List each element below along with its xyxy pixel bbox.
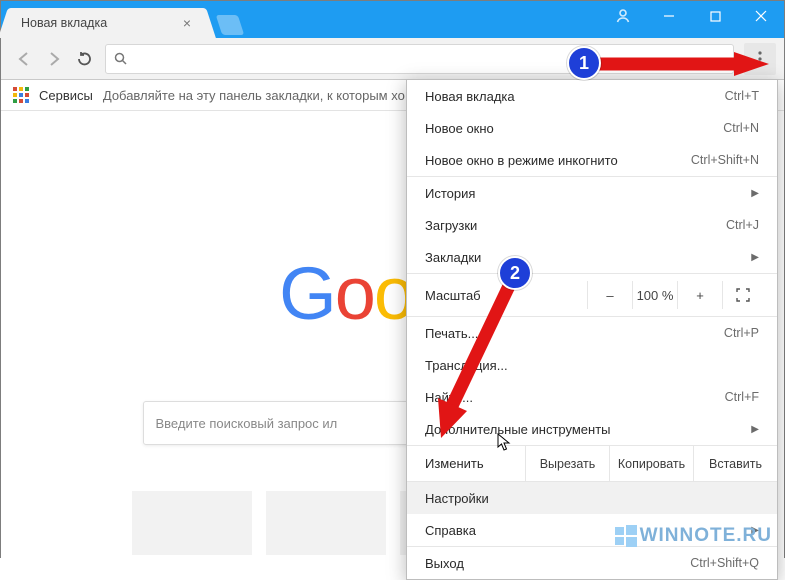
back-button[interactable] (9, 44, 39, 74)
reload-button[interactable] (69, 44, 99, 74)
window-titlebar: Новая вкладка × (1, 1, 784, 38)
chrome-menu: Новая вкладкаCtrl+T Новое окноCtrl+N Нов… (406, 79, 778, 580)
apps-icon[interactable] (13, 87, 29, 103)
zoom-value: 100 % (632, 281, 677, 309)
menu-bookmarks[interactable]: Закладки▶ (407, 241, 777, 273)
mv-tile[interactable] (266, 491, 386, 555)
address-bar[interactable] (105, 44, 734, 74)
new-tab-button[interactable] (216, 15, 244, 35)
menu-paste[interactable]: Вставить (693, 446, 777, 481)
menu-cut[interactable]: Вырезать (525, 446, 609, 481)
mv-tile[interactable] (132, 491, 252, 555)
search-icon (114, 52, 127, 65)
window-minimize-button[interactable] (646, 1, 692, 31)
zoom-out-button[interactable]: – (587, 281, 632, 309)
menu-cast[interactable]: Трансляция... (407, 349, 777, 381)
menu-new-incognito[interactable]: Новое окно в режиме инкогнитоCtrl+Shift+… (407, 144, 777, 176)
fullscreen-button[interactable] (722, 281, 763, 309)
bookmarks-services-label[interactable]: Сервисы (39, 88, 93, 103)
window-close-button[interactable] (738, 1, 784, 31)
bookmarks-empty-hint: Добавляйте на эту панель закладки, к кот… (103, 88, 405, 103)
close-tab-icon[interactable]: × (183, 16, 191, 30)
watermark: WINNOTE.RU (615, 525, 772, 547)
chrome-menu-button[interactable] (744, 43, 776, 75)
menu-history[interactable]: История▶ (407, 177, 777, 209)
forward-button[interactable] (39, 44, 69, 74)
menu-settings[interactable]: Настройки (407, 482, 777, 514)
menu-new-window[interactable]: Новое окноCtrl+N (407, 112, 777, 144)
window-maximize-button[interactable] (692, 1, 738, 31)
menu-more-tools[interactable]: Дополнительные инструменты▶ (407, 413, 777, 445)
menu-copy[interactable]: Копировать (609, 446, 693, 481)
profile-icon[interactable] (600, 1, 646, 31)
watermark-text: WINNOTE.RU (640, 525, 772, 547)
search-placeholder: Введите поисковый запрос ил (156, 416, 338, 431)
menu-zoom: Масштаб – 100 % + (407, 274, 777, 316)
fullscreen-icon (736, 288, 750, 302)
menu-exit[interactable]: ВыходCtrl+Shift+Q (407, 547, 777, 579)
chevron-right-icon: ▶ (751, 252, 759, 263)
tab-title: Новая вкладка (21, 16, 183, 30)
menu-new-tab[interactable]: Новая вкладкаCtrl+T (407, 80, 777, 112)
chevron-right-icon: ▶ (751, 424, 759, 435)
menu-find[interactable]: Найти...Ctrl+F (407, 381, 777, 413)
browser-tab[interactable]: Новая вкладка × (9, 8, 205, 38)
menu-downloads[interactable]: ЗагрузкиCtrl+J (407, 209, 777, 241)
zoom-in-button[interactable]: + (677, 281, 722, 309)
kebab-icon (758, 51, 762, 67)
menu-edit: Изменить Вырезать Копировать Вставить (407, 446, 777, 481)
browser-toolbar (1, 38, 784, 80)
chevron-right-icon: ▶ (751, 188, 759, 199)
menu-print[interactable]: Печать...Ctrl+P (407, 317, 777, 349)
windows-logo-icon (615, 525, 637, 547)
